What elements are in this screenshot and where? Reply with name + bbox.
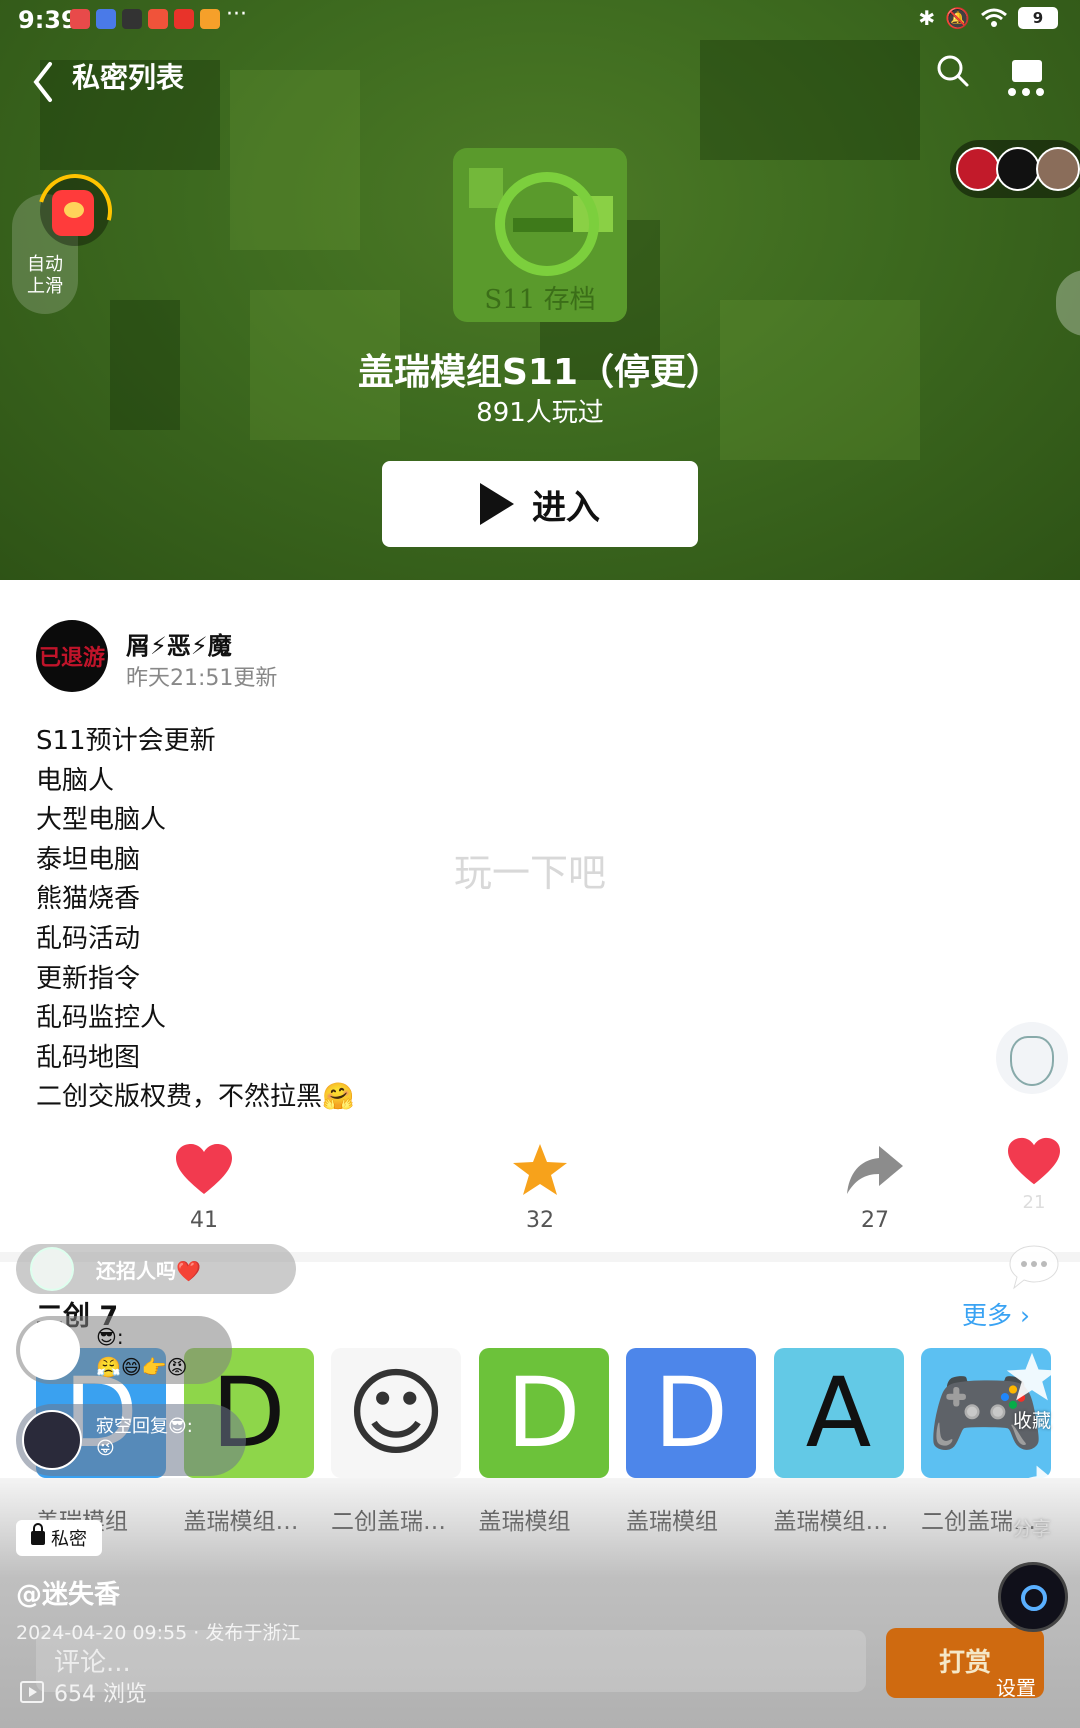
reply-emoji: 😜 — [96, 1438, 115, 1459]
lock-icon — [31, 1523, 45, 1545]
side-heart-icon[interactable] — [1006, 1136, 1062, 1188]
floating-comment-text: 还招人吗❤️ — [96, 1259, 201, 1283]
side-edge-avatar[interactable] — [1056, 270, 1080, 336]
like-count: 41 — [190, 1208, 218, 1233]
avatar — [996, 147, 1040, 191]
mute-icon: 🔕 — [945, 6, 970, 30]
play-icon — [480, 483, 514, 525]
description-line: S11预计会更新 — [36, 726, 216, 756]
author-avatar[interactable]: 已退游 — [36, 620, 108, 692]
share-icon — [847, 1146, 903, 1194]
heart-icon — [176, 1144, 232, 1194]
wifi-icon — [981, 8, 1007, 27]
page-title: 私密列表 — [72, 61, 185, 94]
top-nav: 私密列表 — [0, 46, 1080, 116]
qq-icon — [122, 9, 142, 29]
derivative-card[interactable]: D — [478, 1348, 609, 1478]
author-name[interactable]: 屑⚡恶⚡魔 — [126, 626, 232, 661]
game-title: 盖瑞模组S11（停更） — [357, 352, 723, 393]
favorite-count: 32 — [526, 1208, 554, 1233]
avatar-text: 已退游 — [38, 646, 105, 671]
emoji-reactions: 😎: 😤😄👉😡 — [96, 1322, 188, 1382]
private-badge: 私密 — [16, 1520, 102, 1556]
avatar — [1036, 147, 1080, 191]
more-link[interactable]: 更多 › — [962, 1296, 1030, 1332]
derivative-card[interactable]: ☺ — [331, 1348, 461, 1478]
status-right: ✱ 🔕 9 — [918, 6, 1058, 30]
comment-bubble-icon[interactable] — [1008, 1244, 1060, 1290]
cover-caption: S11 存档 — [484, 285, 596, 315]
enter-game-button[interactable]: 进入 — [382, 461, 698, 547]
avatar — [956, 147, 1000, 191]
notification-icon — [174, 9, 194, 29]
emoji-line: 😤😄👉😡 — [96, 1355, 188, 1379]
description: S11预计会更新 电脑人大型电脑人泰坦电脑熊猫烧香乱码活动更新指令乱码监控人乱码地… — [36, 722, 354, 1118]
game-hero-banner: 9:39 ··· ✱ 🔕 9 私密列表 自动 上滑 S11 存档 盖瑞模组S11… — [0, 0, 1080, 580]
auto-scroll-label: 上滑 — [27, 276, 63, 297]
view-count-text: 654 浏览 — [54, 1682, 147, 1707]
side-favorite-icon[interactable] — [1004, 1350, 1060, 1404]
commenter-avatar — [30, 1247, 74, 1291]
description-line: 大型电脑人 — [36, 805, 167, 836]
description-line: 乱码活动 — [36, 923, 141, 954]
reply-text: 寂空回复😎: — [96, 1416, 193, 1437]
comment-placeholder: 评论... — [54, 1648, 131, 1678]
video-icon — [20, 1681, 44, 1703]
description-line: 更新指令 — [36, 963, 141, 994]
notification-icon — [96, 9, 116, 29]
assistant-fab-icon[interactable] — [998, 1562, 1068, 1632]
notification-icon — [148, 9, 168, 29]
status-time: 9:39 — [18, 6, 78, 34]
watermark-text: 玩一下吧 — [454, 851, 607, 895]
description-line: 熊猫烧香 — [36, 884, 141, 915]
description-line: 乱码地图 — [36, 1042, 141, 1073]
player-count: 891人玩过 — [476, 398, 604, 428]
derivative-thumbnail-icon: D — [654, 1357, 728, 1469]
status-more-icon: ··· — [226, 2, 247, 27]
more-menu-icon[interactable] — [1004, 56, 1048, 100]
settings-label[interactable]: 设置 — [996, 1672, 1036, 1701]
user-badges[interactable] — [950, 140, 1080, 198]
replier-avatar — [22, 1410, 82, 1470]
description-line: 二创交版权费，不然拉黑🤗 — [36, 1082, 355, 1113]
enter-label: 进入 — [532, 487, 600, 528]
side-like-count: 21 — [1022, 1192, 1046, 1213]
notification-icon — [70, 9, 90, 29]
floating-reply-text: 寂空回复😎: 😜 — [96, 1412, 193, 1459]
red-packet-icon[interactable] — [24, 160, 126, 262]
like-button[interactable]: 41 — [144, 1142, 264, 1233]
auto-scroll-label: 自动 — [27, 254, 63, 275]
back-icon[interactable] — [30, 58, 60, 106]
description-line: 乱码监控人 — [36, 1003, 167, 1034]
emoji-line: 😎: — [96, 1325, 124, 1349]
comment-input[interactable]: 评论... — [36, 1630, 866, 1692]
update-time: 昨天21:51更新 — [126, 666, 278, 691]
derivative-thumbnail-icon: ☺ — [345, 1357, 447, 1469]
status-bar: 9:39 ··· ✱ 🔕 9 — [0, 0, 1080, 40]
notification-icon — [200, 9, 220, 29]
side-favorite-label: 收藏 — [1012, 1410, 1051, 1432]
floating-comment[interactable]: 还招人吗❤️ — [16, 1244, 296, 1294]
derivative-card[interactable]: D — [626, 1348, 756, 1478]
description-line: 泰坦电脑 — [36, 844, 141, 875]
derivative-thumbnail-icon: A — [805, 1357, 872, 1469]
view-count: 654 浏览 — [20, 1676, 147, 1708]
battery-icon: 9 — [1018, 7, 1058, 29]
derivative-card[interactable]: A — [773, 1348, 904, 1478]
game-cover-image: S11 存档 — [453, 148, 627, 322]
derivative-thumbnail-icon: D — [506, 1357, 581, 1469]
side-author-avatar[interactable] — [996, 1022, 1068, 1094]
share-count: 27 — [861, 1208, 889, 1233]
bluetooth-icon: ✱ — [918, 6, 936, 30]
search-icon[interactable] — [936, 54, 970, 88]
star-icon — [513, 1144, 567, 1195]
poster-name[interactable]: @迷失香 — [16, 1574, 120, 1611]
favorite-button[interactable]: 32 — [480, 1142, 600, 1233]
floating-reply[interactable]: 寂空回复😎: 😜 — [16, 1404, 246, 1476]
private-label: 私密 — [51, 1529, 87, 1550]
share-button[interactable]: 27 — [815, 1142, 935, 1233]
description-line: 电脑人 — [36, 765, 115, 796]
